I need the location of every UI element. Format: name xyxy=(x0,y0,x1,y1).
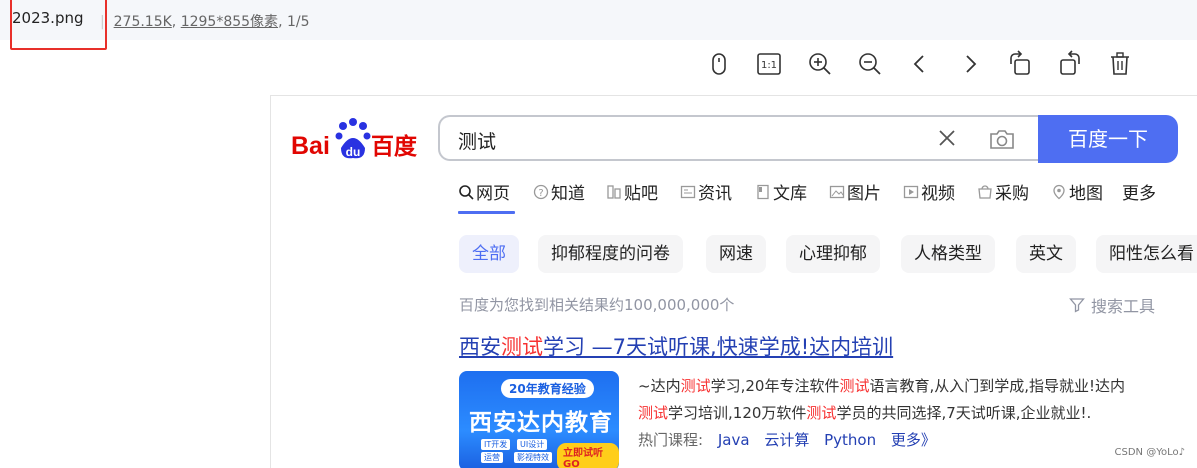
chip-english[interactable]: 英文 xyxy=(1016,235,1076,273)
search-query[interactable]: 测试 xyxy=(458,127,496,154)
next-icon[interactable] xyxy=(956,50,984,78)
svg-text:百度: 百度 xyxy=(371,133,418,160)
tab-wenku[interactable]: 文库 xyxy=(755,179,807,204)
tab-news[interactable]: 资讯 xyxy=(680,179,732,204)
hot-courses-label: 热门课程: xyxy=(638,431,704,449)
chip-depression-questionnaire[interactable]: 抑郁程度的问卷 xyxy=(538,235,683,273)
rotate-left-icon[interactable] xyxy=(1006,50,1034,78)
zoom-in-icon[interactable] xyxy=(806,50,834,78)
search-icon xyxy=(459,184,474,200)
tab-more[interactable]: 更多 xyxy=(1122,179,1156,204)
question-icon: ? xyxy=(533,184,549,199)
chip-network-speed[interactable]: 网速 xyxy=(706,235,766,273)
result-thumbnail[interactable]: 20年教育经验 西安达内教育 IT开发 UI设计 运营 影视特效 立即试听 GO xyxy=(459,371,619,468)
doc-icon xyxy=(757,184,769,199)
baidu-logo: Bai du 百度 xyxy=(291,118,421,162)
highlight-annotation-box xyxy=(10,0,107,50)
image-canvas: Bai du 百度 测试 百度一下 网页 ? 知道 贴吧 资讯 文库 图片 视频… xyxy=(270,95,1197,468)
chip-positive-reading[interactable]: 阳性怎么看 xyxy=(1096,235,1197,273)
hot-link-more[interactable]: 更多》 xyxy=(891,431,936,449)
svg-text:Bai: Bai xyxy=(291,132,330,160)
thumbnail-title: 西安达内教育 xyxy=(469,410,613,436)
svg-text:?: ? xyxy=(538,188,543,199)
image-icon xyxy=(829,185,845,198)
tab-video[interactable]: 视频 xyxy=(903,179,955,204)
result-count: 百度为您找到相关结果约100,000,000个 xyxy=(459,296,735,314)
tab-zhidao[interactable]: ? 知道 xyxy=(533,179,585,204)
mouse-icon[interactable] xyxy=(705,50,733,78)
camera-icon[interactable] xyxy=(988,126,1016,152)
zoom-out-icon[interactable] xyxy=(856,50,884,78)
search-button[interactable]: 百度一下 xyxy=(1038,115,1178,163)
previous-icon[interactable] xyxy=(906,50,934,78)
active-tab-indicator xyxy=(458,211,515,214)
svg-text:du: du xyxy=(346,145,361,159)
delete-icon[interactable] xyxy=(1106,50,1134,78)
news-icon xyxy=(680,185,696,198)
hot-courses: 热门课程: Java 云计算 Python 更多》 xyxy=(638,429,936,450)
cart-icon xyxy=(978,184,992,199)
hot-link-java[interactable]: Java xyxy=(718,431,750,449)
map-icon xyxy=(1053,184,1065,199)
chip-personality-type[interactable]: 人格类型 xyxy=(901,235,995,273)
tab-web[interactable]: 网页 xyxy=(458,179,510,204)
image-dimensions: 1295*855像素 xyxy=(180,14,279,30)
search-tools-button[interactable]: 搜索工具 xyxy=(1069,293,1155,317)
video-icon xyxy=(903,185,919,198)
result-title-link[interactable]: 西安测试学习 —7天试听课,快速学成!达内培训 xyxy=(459,331,893,361)
actual-size-icon[interactable]: 1:1 xyxy=(755,50,783,78)
tab-images[interactable]: 图片 xyxy=(829,179,881,204)
svg-text:1:1: 1:1 xyxy=(761,60,777,71)
hot-link-cloud[interactable]: 云计算 xyxy=(764,431,809,449)
search-input[interactable]: 测试 xyxy=(438,115,1038,161)
clear-icon[interactable] xyxy=(936,127,958,149)
file-size: 275.15K xyxy=(113,14,172,30)
thumbnail-tag: 20年教育经验 xyxy=(501,379,594,398)
viewer-info-bar: 2023.png | 275.15K, 1295*855像素, 1/5 xyxy=(0,0,1197,50)
tab-purchase[interactable]: 采购 xyxy=(977,179,1029,204)
page-index: 1/5 xyxy=(286,14,310,30)
thumbnail-cta: 立即试听 GO xyxy=(557,443,619,468)
tieba-icon xyxy=(607,184,621,199)
rotate-right-icon[interactable] xyxy=(1056,50,1084,78)
watermark: CSDN @YoLo♪ xyxy=(1114,447,1185,458)
result-description: ~达内测试学习,20年专注软件测试语言教育,从入门到学成,指导就业!达内 测试学习… xyxy=(638,377,1126,422)
file-meta: | 275.15K, 1295*855像素, 1/5 xyxy=(100,14,310,30)
filter-icon xyxy=(1069,298,1085,313)
tab-map[interactable]: 地图 xyxy=(1051,179,1103,204)
hot-link-python[interactable]: Python xyxy=(824,431,876,449)
tab-tieba[interactable]: 贴吧 xyxy=(606,179,658,204)
chip-psychological-depression[interactable]: 心理抑郁 xyxy=(786,235,880,273)
chip-all[interactable]: 全部 xyxy=(459,235,519,273)
